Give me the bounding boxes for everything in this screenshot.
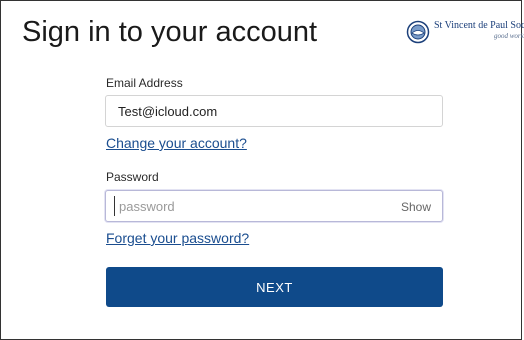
svdp-logo-icon [406, 20, 430, 44]
password-field-container: Show [105, 190, 443, 222]
logo-tagline: good works [494, 32, 524, 40]
page-title: Sign in to your account [22, 16, 318, 48]
next-button[interactable]: NEXT [106, 267, 443, 307]
change-account-link[interactable]: Change your account? [106, 135, 247, 151]
email-label: Email Address [106, 76, 183, 90]
show-password-toggle[interactable]: Show [401, 200, 431, 214]
email-field[interactable]: Test@icloud.com [105, 95, 443, 127]
forgot-password-link[interactable]: Forget your password? [106, 230, 249, 246]
password-input[interactable] [114, 196, 389, 216]
password-label: Password [106, 170, 159, 184]
logo-name: St Vincent de Paul Society [434, 20, 524, 31]
email-value: Test@icloud.com [118, 104, 218, 119]
brand-logo: St Vincent de Paul Society good works [406, 18, 524, 48]
